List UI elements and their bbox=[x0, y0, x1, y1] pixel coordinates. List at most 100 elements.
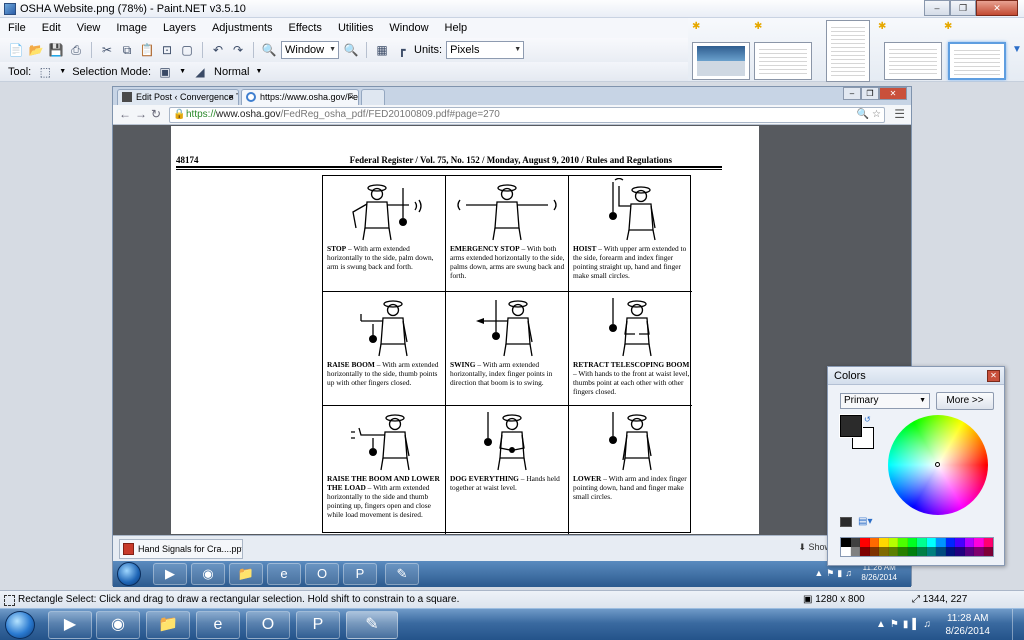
emergency-stop-signal-figure-icon bbox=[457, 184, 557, 241]
selection-mode-icon[interactable]: ▣ bbox=[157, 64, 173, 80]
screenshot-ie-icon: e bbox=[267, 563, 301, 585]
rulers-icon[interactable]: ┏ bbox=[394, 42, 410, 58]
clock-date: 8/26/2014 bbox=[945, 626, 991, 637]
crop-icon[interactable]: ⊡ bbox=[159, 42, 175, 58]
browser-tab-active[interactable]: https://www.osha.gov/Fe × bbox=[241, 89, 359, 105]
register-citation: Federal Register / Vol. 75, No. 152 / Mo… bbox=[349, 155, 672, 165]
palette-menu-icon[interactable]: ▤▾ bbox=[858, 516, 872, 527]
tab-close-icon[interactable]: × bbox=[229, 90, 234, 104]
paintnet-taskbar-icon[interactable]: ✎ bbox=[346, 611, 398, 639]
explorer-taskbar-icon[interactable]: 📁 bbox=[146, 611, 190, 639]
signal-cell: SWING – With arm extended horizontally, … bbox=[446, 292, 569, 406]
chrome-menu-icon[interactable]: ☰ bbox=[894, 107, 905, 121]
menu-file[interactable]: File bbox=[0, 22, 34, 34]
signal-text: EMERGENCY STOP – With both arms extended… bbox=[450, 244, 565, 280]
image-thumbnail[interactable] bbox=[754, 42, 812, 80]
signal-cell: RETRACT TELESCOPING BOOM – With hands to… bbox=[569, 292, 692, 406]
unsaved-star-icon: ✱ bbox=[944, 21, 953, 32]
menu-edit[interactable]: Edit bbox=[34, 22, 69, 34]
forward-icon[interactable]: → bbox=[135, 107, 147, 121]
browser-restore-button[interactable]: ❐ bbox=[861, 87, 879, 100]
antialias-icon[interactable]: ◢ bbox=[192, 64, 208, 80]
cut-icon[interactable]: ✂ bbox=[99, 42, 115, 58]
print-icon[interactable]: ⎙ bbox=[68, 42, 84, 58]
signal-text: RAISE THE BOOM AND LOWER THE LOAD – With… bbox=[327, 474, 440, 519]
browser-minimize-button[interactable]: – bbox=[843, 87, 861, 100]
taskbar-clock[interactable]: 11:28 AM 8/26/2014 bbox=[946, 612, 991, 638]
image-thumbnail[interactable] bbox=[692, 42, 750, 80]
color-wheel-cursor[interactable] bbox=[935, 462, 940, 467]
save-icon[interactable]: 💾 bbox=[48, 42, 64, 58]
thumbnail-scroll-icon[interactable]: ▼ bbox=[1012, 44, 1022, 55]
color-palette[interactable] bbox=[840, 537, 994, 557]
deselect-icon[interactable]: ▢ bbox=[179, 42, 195, 58]
signal-cell: HOIST – With upper arm extended to the s… bbox=[569, 176, 692, 292]
close-button[interactable]: ✕ bbox=[976, 0, 1018, 16]
redo-icon[interactable]: ↷ bbox=[230, 42, 246, 58]
new-tab-button[interactable] bbox=[361, 89, 385, 105]
menu-effects[interactable]: Effects bbox=[281, 22, 330, 34]
units-select[interactable]: Pixels bbox=[446, 41, 525, 59]
screenshot-powerpoint-icon: P bbox=[343, 563, 377, 585]
menu-window[interactable]: Window bbox=[381, 22, 436, 34]
image-thumbnail[interactable] bbox=[884, 42, 942, 80]
menu-help[interactable]: Help bbox=[437, 22, 476, 34]
url-field[interactable]: 🔒 https://www.osha.gov/FedReg_osha_pdf/F… bbox=[169, 107, 885, 123]
paste-icon[interactable]: 📋 bbox=[139, 42, 155, 58]
show-desktop-button[interactable] bbox=[1012, 609, 1024, 640]
screenshot-outlook-icon: O bbox=[305, 563, 339, 585]
new-file-icon[interactable]: 📄 bbox=[8, 42, 24, 58]
back-icon[interactable]: ← bbox=[119, 107, 131, 121]
toolbar-separator bbox=[91, 42, 92, 58]
media-player-taskbar-icon[interactable]: ▶ bbox=[48, 611, 92, 639]
window-title: OSHA Website.png (78%) - Paint.NET v3.5.… bbox=[20, 2, 246, 15]
undo-icon[interactable]: ↶ bbox=[210, 42, 226, 58]
signal-text: STOP – With arm extended horizontally to… bbox=[327, 244, 434, 271]
minimize-button[interactable]: – bbox=[924, 0, 950, 16]
colors-close-button[interactable]: ✕ bbox=[987, 370, 1000, 382]
screenshot-clock-date: 8/26/2014 bbox=[861, 573, 897, 582]
reload-icon[interactable]: ↻ bbox=[151, 107, 161, 121]
open-file-icon[interactable]: 📂 bbox=[28, 42, 44, 58]
download-item[interactable]: Hand Signals for Cra....ppt bbox=[119, 539, 243, 559]
browser-close-button[interactable]: ✕ bbox=[879, 87, 907, 100]
zoom-in-icon[interactable]: 🔍 bbox=[343, 42, 359, 58]
chrome-taskbar-icon[interactable]: ◉ bbox=[96, 611, 140, 639]
system-tray-icons[interactable]: ▲⚑▮▌♫ bbox=[876, 619, 935, 630]
tool-dropdown-arrow-icon[interactable]: ▼ bbox=[59, 68, 66, 75]
outlook-taskbar-icon[interactable]: O bbox=[246, 611, 290, 639]
color-mode-select[interactable]: Primary bbox=[840, 393, 930, 409]
swap-colors-icon[interactable]: ↺ bbox=[864, 415, 871, 424]
download-item-label: Hand Signals for Cra....ppt bbox=[138, 544, 243, 554]
search-bookmark-icons[interactable]: 🔍 ☆ bbox=[857, 108, 881, 122]
menu-layers[interactable]: Layers bbox=[155, 22, 204, 34]
more-colors-button[interactable]: More >> bbox=[936, 392, 994, 410]
grid-icon[interactable]: ▦ bbox=[374, 42, 390, 58]
tab-close-icon[interactable]: × bbox=[349, 90, 354, 104]
powerpoint-taskbar-icon[interactable]: P bbox=[296, 611, 340, 639]
url-path: /FedReg_osha_pdf/FED20100809.pdf#page=27… bbox=[280, 109, 500, 120]
menu-view[interactable]: View bbox=[69, 22, 109, 34]
blend-mode-value[interactable]: Normal bbox=[214, 66, 249, 78]
browser-tab[interactable]: Edit Post ‹ Convergence T × bbox=[117, 89, 239, 105]
toolbar-separator bbox=[253, 42, 254, 58]
primary-color-swatch[interactable] bbox=[839, 414, 863, 438]
copy-icon[interactable]: ⧉ bbox=[119, 42, 135, 58]
internet-explorer-taskbar-icon[interactable]: e bbox=[196, 611, 240, 639]
browser-window-controls: – ❐ ✕ bbox=[843, 87, 907, 100]
menu-adjustments[interactable]: Adjustments bbox=[204, 22, 281, 34]
menu-utilities[interactable]: Utilities bbox=[330, 22, 381, 34]
zoom-select[interactable]: Window bbox=[281, 41, 339, 59]
image-thumbnail-active[interactable] bbox=[948, 42, 1006, 80]
clock-time: 11:28 AM bbox=[946, 613, 989, 624]
start-button-icon[interactable] bbox=[5, 611, 35, 639]
reset-colors-icon[interactable] bbox=[840, 517, 852, 527]
rectangle-select-icon[interactable]: ⬚ bbox=[37, 64, 53, 80]
blend-mode-dropdown-icon[interactable]: ▼ bbox=[255, 68, 262, 75]
selection-mode-dropdown-icon[interactable]: ▼ bbox=[179, 68, 186, 75]
maximize-button[interactable]: ❐ bbox=[950, 0, 976, 16]
menu-image[interactable]: Image bbox=[108, 22, 155, 34]
paintnet-app-icon[interactable] bbox=[4, 2, 16, 15]
image-thumbnail[interactable] bbox=[826, 20, 870, 82]
zoom-out-icon[interactable]: 🔍 bbox=[261, 42, 277, 58]
